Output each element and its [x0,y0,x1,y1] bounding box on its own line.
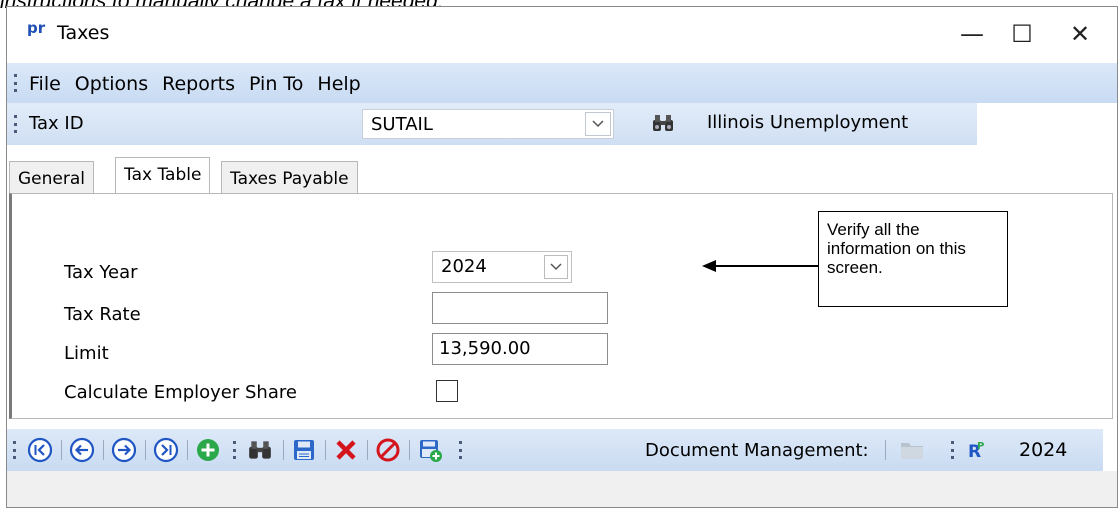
status-bar [7,471,1117,507]
save-button[interactable] [289,435,319,465]
tax-name: Illinois Unemployment [707,112,909,133]
taxes-window: pr Taxes — ☐ ✕ File Options Reports Pin … [6,6,1118,508]
binoculars-icon [653,115,673,131]
limit-label: Limit [64,343,109,364]
tab-tax-table[interactable]: Tax Table [115,157,211,195]
window-title: Taxes [57,22,110,44]
menu-options[interactable]: Options [75,73,148,95]
next-record-button[interactable] [109,435,139,465]
tax-year-dropdown-button[interactable] [544,255,568,279]
app-logo: pr [27,19,46,37]
maximize-button[interactable]: ☐ [995,15,1049,53]
tab-strip: General Tax Table Taxes Payable [7,145,1117,195]
tax-year-value: 2024 [441,256,487,277]
tax-rate-label: Tax Rate [64,304,141,325]
toolbar-grip-icon[interactable] [459,441,463,459]
svg-text:P: P [977,441,984,452]
cancel-icon [376,438,400,462]
chevron-down-icon [550,263,562,271]
tax-id-value: SUTAIL [371,114,433,135]
save-icon [294,440,314,460]
chevron-down-icon [592,120,604,128]
cancel-button[interactable] [373,435,403,465]
menu-file[interactable]: File [29,73,61,95]
tax-year-label: Tax Year [64,262,138,283]
add-icon [197,439,219,461]
next-record-icon [111,437,137,463]
menu-reports[interactable]: Reports [162,73,235,95]
first-record-button[interactable] [25,435,55,465]
taxbar-grip-icon[interactable] [14,115,18,133]
binoculars-icon [249,441,271,459]
find-button[interactable] [245,435,275,465]
previous-record-icon [69,437,95,463]
add-record-button[interactable] [193,435,223,465]
employer-share-label: Calculate Employer Share [64,382,297,403]
employer-share-checkbox[interactable] [436,380,458,402]
payroll-year: 2024 [1019,439,1068,461]
tab-general[interactable]: General [9,161,94,195]
close-button[interactable]: ✕ [1053,15,1107,53]
payroll-logo-icon: RP [968,441,984,462]
payroll-year-button[interactable]: RP [963,435,993,465]
toolbar-grip-icon[interactable] [951,441,955,459]
menu-pin-to[interactable]: Pin To [249,73,303,95]
toolbar-grip-icon[interactable] [233,441,237,459]
toolbar-grip-icon[interactable] [13,441,17,459]
previous-record-button[interactable] [67,435,97,465]
menu-bar: File Options Reports Pin To Help [7,63,1117,103]
minimize-button[interactable]: — [945,15,999,53]
tax-id-label: Tax ID [29,113,84,134]
tax-id-combo[interactable]: SUTAIL [362,109,614,139]
last-record-button[interactable] [151,435,181,465]
menu-grip-icon[interactable] [14,74,18,92]
document-management-label[interactable]: Document Management: [645,440,869,461]
new-from-button[interactable] [415,435,445,465]
tax-year-select[interactable]: 2024 [432,251,572,283]
tax-rate-input[interactable] [432,292,608,324]
callout-arrow [702,260,818,272]
title-bar: pr Taxes — ☐ ✕ [7,7,1117,63]
menu-help[interactable]: Help [317,73,360,95]
lookup-button[interactable] [647,109,679,137]
tax-id-bar: Tax ID SUTAIL Illinois Unemployment [7,103,977,145]
delete-icon [336,440,356,460]
document-folder-button[interactable] [897,435,927,465]
first-record-icon [27,437,53,463]
callout-box: Verify all the information on this scree… [818,211,1008,307]
tax-table-panel: Tax Year 2024 Tax Rate Limit 13,590.00 C… [9,193,1113,419]
tab-taxes-payable[interactable]: Taxes Payable [221,161,358,195]
folder-icon [901,443,923,459]
limit-input[interactable]: 13,590.00 [432,333,608,365]
delete-button[interactable] [331,435,361,465]
last-record-icon [153,437,179,463]
tax-id-dropdown-button[interactable] [585,112,611,136]
new-from-icon [420,440,442,462]
record-toolbar: Document Management: RP 2024 [7,429,1103,471]
